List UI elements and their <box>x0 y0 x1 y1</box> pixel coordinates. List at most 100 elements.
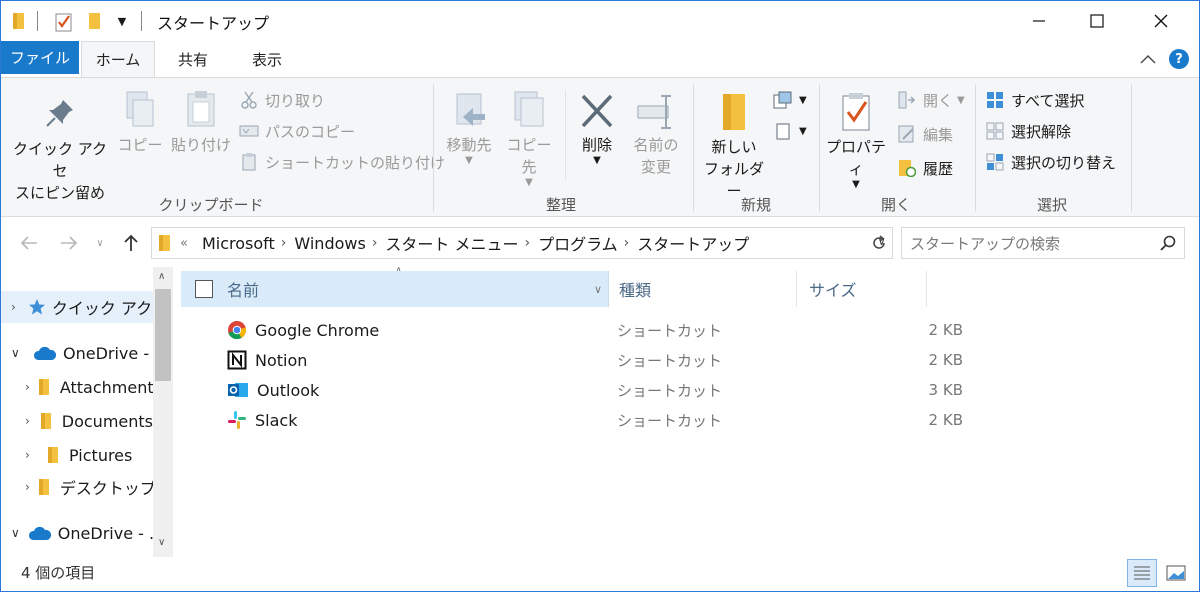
chevron-right-icon[interactable]: › <box>624 235 630 251</box>
table-row[interactable]: Notion ショートカット 2 KB <box>227 345 963 375</box>
maximize-icon <box>1090 14 1104 28</box>
address-overflow-icon[interactable]: « <box>180 236 188 251</box>
chevron-down-icon[interactable]: ∨ <box>11 526 20 540</box>
new-folder-button[interactable]: 新しい フォルダー <box>699 92 769 202</box>
search-box[interactable]: スタートアップの検索 <box>901 227 1185 259</box>
folder-icon <box>40 412 52 430</box>
properties-quick-icon[interactable] <box>53 11 75 33</box>
table-row[interactable]: Slack ショートカット 2 KB <box>227 405 963 435</box>
chevron-down-icon[interactable]: ∨ <box>11 346 25 360</box>
easy-access-button[interactable]: ▼ <box>773 117 807 145</box>
copy-button[interactable]: コピー <box>117 90 163 156</box>
open-button[interactable]: 開く ▼ <box>897 86 965 114</box>
close-button[interactable] <box>1129 1 1193 41</box>
tab-view[interactable]: 表示 <box>235 41 299 77</box>
chevron-right-icon[interactable]: › <box>11 300 16 314</box>
copy-to-button[interactable]: コピー先 ▼ <box>501 90 557 188</box>
up-icon[interactable] <box>119 231 143 255</box>
chevron-right-icon[interactable]: › <box>372 235 378 251</box>
properties-button[interactable]: プロパティ ▼ <box>823 92 889 190</box>
chevron-right-icon[interactable]: › <box>281 235 287 251</box>
paste-button[interactable]: 貼り付け <box>169 90 233 156</box>
search-input[interactable]: スタートアップの検索 <box>910 233 1060 254</box>
large-icons-view-icon <box>1166 565 1186 581</box>
breadcrumb-start-menu[interactable]: スタート メニュー <box>385 231 518 255</box>
column-header-name[interactable]: 名前 ∨ <box>181 271 609 307</box>
chevron-right-icon[interactable]: › <box>25 414 32 428</box>
nav-item-onedrive-1[interactable]: ∨ OneDrive - <box>1 337 153 369</box>
new-folder-quick-icon[interactable] <box>85 11 105 31</box>
delete-dropdown-icon: ▼ <box>593 155 601 166</box>
nav-item-quick-access[interactable]: › クイック アクセス <box>1 291 153 323</box>
chevron-right-icon[interactable]: › <box>525 235 531 251</box>
close-icon <box>1154 14 1168 28</box>
column-header-type[interactable]: 種類 <box>611 271 797 307</box>
minimize-button[interactable] <box>1007 1 1071 41</box>
scroll-up-icon[interactable]: ∧ <box>158 271 165 282</box>
nav-scrollbar[interactable]: ∧ ∨ <box>153 267 173 557</box>
nav-item-documents[interactable]: › Documents <box>1 405 153 437</box>
select-all-label: すべて選択 <box>1011 91 1085 110</box>
maximize-button[interactable] <box>1065 1 1129 41</box>
tab-share[interactable]: 共有 <box>161 41 225 77</box>
refresh-icon[interactable] <box>869 233 889 253</box>
address-bar[interactable]: « Microsoft › Windows › スタート メニュー › プログラ… <box>151 227 893 259</box>
breadcrumb-windows[interactable]: Windows <box>294 234 365 253</box>
back-icon[interactable] <box>17 231 41 255</box>
customize-quick-access-icon[interactable]: ▼ <box>113 11 131 31</box>
recent-locations-icon[interactable]: ∨ <box>91 231 109 255</box>
search-icon[interactable] <box>1160 235 1176 251</box>
table-row[interactable]: Google Chrome ショートカット 2 KB <box>227 315 963 345</box>
paste-shortcut-button[interactable]: ショートカットの貼り付け <box>239 148 445 176</box>
clipboard-group-label: クリップボード <box>158 196 264 214</box>
nav-item-onedrive-2[interactable]: ∨ OneDrive - ... <box>1 517 153 549</box>
invert-selection-icon <box>985 152 1005 172</box>
nav-label: Documents <box>61 411 153 431</box>
select-all-button[interactable]: すべて選択 <box>985 86 1084 114</box>
breadcrumb-programs[interactable]: プログラム <box>538 231 618 255</box>
move-to-icon <box>456 93 485 126</box>
scroll-thumb[interactable] <box>155 289 171 381</box>
rename-button[interactable]: 名前の 変更 <box>627 90 685 178</box>
breadcrumb-startup[interactable]: スタートアップ <box>637 231 749 255</box>
invert-selection-button[interactable]: 選択の切り替え <box>985 148 1116 176</box>
column-header-size[interactable]: サイズ <box>799 271 927 307</box>
tab-file[interactable]: ファイル <box>1 41 79 74</box>
history-button[interactable]: 履歴 <box>897 154 953 182</box>
scroll-down-icon[interactable]: ∨ <box>158 537 165 548</box>
large-icons-view-button[interactable] <box>1161 559 1191 587</box>
breadcrumb-microsoft[interactable]: Microsoft <box>202 234 275 253</box>
new-folder-label-1: 新しい <box>711 138 757 156</box>
edit-button[interactable]: 編集 <box>897 120 953 148</box>
collapse-ribbon-icon[interactable] <box>1137 49 1159 69</box>
file-size: 3 KB <box>928 381 963 399</box>
nav-item-pictures[interactable]: › Pictures <box>1 439 153 471</box>
chevron-right-icon[interactable]: › <box>25 480 30 494</box>
copy-path-label: パスのコピー <box>265 122 356 141</box>
pin-to-quick-access-button[interactable]: クイック アクセ スにピン留め <box>7 96 113 204</box>
new-item-button[interactable]: ▼ <box>773 86 807 114</box>
cut-button[interactable]: 切り取り <box>239 86 325 114</box>
select-none-button[interactable]: 選択解除 <box>985 117 1071 145</box>
details-view-button[interactable] <box>1127 559 1157 587</box>
chevron-right-icon[interactable]: › <box>25 380 30 394</box>
table-row[interactable]: Outlook ショートカット 3 KB <box>227 375 963 405</box>
file-size: 2 KB <box>928 321 963 339</box>
help-icon[interactable]: ? <box>1169 49 1189 69</box>
move-to-dropdown-icon: ▼ <box>465 155 473 166</box>
chrome-icon <box>227 320 247 340</box>
move-to-button[interactable]: 移動先 ▼ <box>441 90 497 166</box>
copy-path-button[interactable]: パスのコピー <box>239 117 355 145</box>
tab-home[interactable]: ホーム <box>81 41 155 77</box>
file-name: Slack <box>255 410 298 430</box>
forward-icon[interactable] <box>57 231 81 255</box>
column-filter-icon[interactable]: ∨ <box>594 283 602 296</box>
scissors-icon <box>239 90 259 110</box>
file-size: 2 KB <box>928 351 963 369</box>
select-all-checkbox[interactable] <box>195 280 213 298</box>
delete-button[interactable]: 削除 ▼ <box>573 92 621 166</box>
nav-item-desktop[interactable]: › デスクトップ <box>1 471 153 503</box>
rename-label-1: 名前の <box>633 136 679 154</box>
chevron-right-icon[interactable]: › <box>25 448 39 462</box>
nav-item-attachments[interactable]: › Attachments <box>1 371 153 403</box>
